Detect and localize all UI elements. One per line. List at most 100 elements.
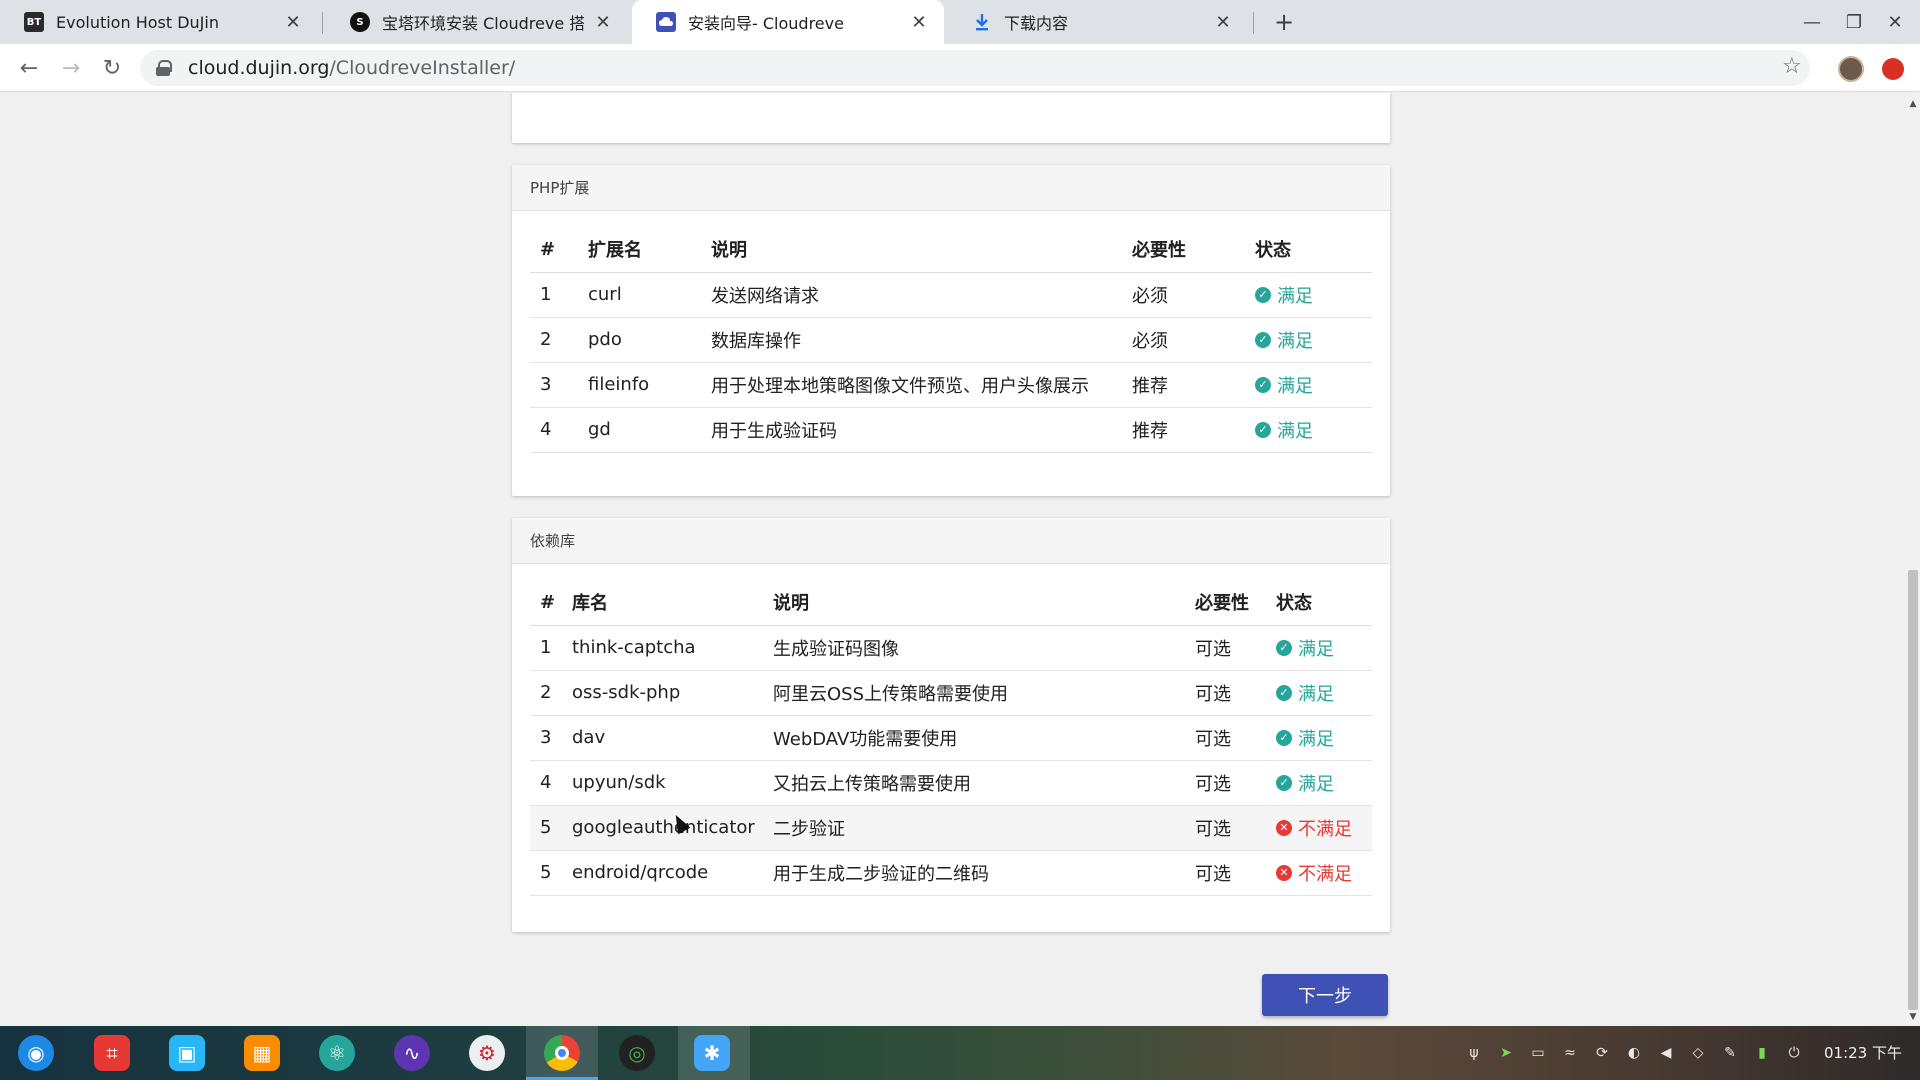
table-row: 5 endroid/qrcode 用于生成二步验证的二维码 可选 ✕ 不满足 xyxy=(530,850,1372,896)
store-icon[interactable]: ▣ xyxy=(169,1035,205,1071)
check-circle-icon: ✓ xyxy=(1255,376,1271,393)
clock[interactable]: 01:23 下午 xyxy=(1824,1042,1902,1063)
close-tab-icon[interactable]: ✕ xyxy=(908,11,930,33)
power-icon[interactable]: ⏻ xyxy=(1784,1043,1804,1063)
volume-icon[interactable]: ◀ xyxy=(1656,1043,1676,1063)
wifi-icon[interactable]: ◇ xyxy=(1688,1043,1708,1063)
launcher-icon[interactable]: ◉ xyxy=(18,1035,54,1071)
row-description: 发送网络请求 xyxy=(701,272,1122,318)
bluetooth-icon[interactable]: ≈ xyxy=(1560,1043,1580,1063)
sync-icon[interactable]: ⟳ xyxy=(1592,1043,1612,1063)
status-unsatisfied: ✕ 不满足 xyxy=(1276,860,1352,886)
restore-button[interactable]: ❐ xyxy=(1839,8,1869,36)
row-number: 5 xyxy=(530,805,562,851)
column-header: 必要性 xyxy=(1122,227,1245,273)
settings-icon[interactable]: ⚙ xyxy=(469,1035,505,1071)
column-header: 库名 xyxy=(562,580,763,626)
next-step-button[interactable]: 下一步 xyxy=(1262,974,1388,1016)
video-icon[interactable]: ▭ xyxy=(1528,1043,1548,1063)
status-label: 满足 xyxy=(1298,638,1334,660)
row-description: 二步验证 xyxy=(763,805,1185,851)
row-number: 4 xyxy=(530,407,578,453)
check-circle-icon: ✓ xyxy=(1276,684,1292,701)
row-description: 用于生成验证码 xyxy=(701,407,1122,453)
chrome-icon[interactable] xyxy=(544,1035,580,1071)
check-circle-icon: ✓ xyxy=(1276,729,1292,746)
status-label: 满足 xyxy=(1298,773,1334,795)
usb-icon[interactable]: ψ xyxy=(1464,1043,1484,1063)
row-necessity: 可选 xyxy=(1185,670,1266,716)
status-satisfied: ✓ 满足 xyxy=(1255,417,1313,443)
archive-icon[interactable]: ▦ xyxy=(244,1035,280,1071)
reload-button[interactable]: ↻ xyxy=(97,54,127,82)
pen-icon[interactable]: ✎ xyxy=(1720,1043,1740,1063)
status-label: 满足 xyxy=(1277,420,1313,442)
card-header: PHP扩展 xyxy=(512,165,1390,211)
row-necessity: 推荐 xyxy=(1122,362,1245,408)
row-name: fileinfo xyxy=(578,362,701,408)
address-bar[interactable]: cloud.dujin.org/CloudreveInstaller/ xyxy=(140,50,1810,86)
back-button[interactable]: ← xyxy=(14,54,44,82)
row-description: 生成验证码图像 xyxy=(763,625,1185,671)
status-label: 满足 xyxy=(1277,285,1313,307)
forward-button[interactable]: → xyxy=(56,54,86,82)
new-tab-button[interactable]: + xyxy=(1270,8,1298,36)
check-circle-icon: ✓ xyxy=(1276,639,1292,656)
tab-divider xyxy=(1253,12,1254,34)
x-circle-icon: ✕ xyxy=(1276,864,1292,881)
row-necessity: 必须 xyxy=(1122,317,1245,363)
row-description: 又拍云上传策略需要使用 xyxy=(763,760,1185,806)
row-status: ✓ 满足 xyxy=(1266,625,1372,671)
bt-favicon-icon: BT xyxy=(24,12,44,32)
close-tab-icon[interactable]: ✕ xyxy=(592,11,614,33)
status-satisfied: ✓ 满足 xyxy=(1276,770,1334,796)
status-label: 满足 xyxy=(1277,330,1313,352)
row-number: 5 xyxy=(530,850,562,896)
check-circle-icon: ✓ xyxy=(1255,286,1271,303)
tab-baota-install[interactable]: S 宝塔环境安装 Cloudreve 搭建私有 ✕ xyxy=(326,0,628,44)
tab-title: Evolution Host DuJin xyxy=(56,12,219,32)
status-unsatisfied: ✕ 不满足 xyxy=(1276,815,1352,841)
camera-icon[interactable]: ◎ xyxy=(619,1035,655,1071)
scroll-up-arrow-icon[interactable]: ▲ xyxy=(1906,97,1920,111)
row-necessity: 可选 xyxy=(1185,760,1266,806)
table-row: 2 pdo 数据库操作 必须 ✓ 满足 xyxy=(530,317,1372,363)
column-header: # xyxy=(530,580,562,626)
extension-icon[interactable] xyxy=(1882,58,1904,80)
star-app-icon[interactable]: ✱ xyxy=(694,1035,730,1071)
row-description: 阿里云OSS上传策略需要使用 xyxy=(763,670,1185,716)
scrollbar-thumb[interactable] xyxy=(1908,570,1918,1010)
row-description: 数据库操作 xyxy=(701,317,1122,363)
window-close-button[interactable]: ✕ xyxy=(1880,8,1910,36)
close-tab-icon[interactable]: ✕ xyxy=(282,11,304,33)
battery-icon[interactable]: ▮ xyxy=(1752,1043,1772,1063)
chrome-tray-icon[interactable]: ◐ xyxy=(1624,1043,1644,1063)
column-header: 说明 xyxy=(763,580,1185,626)
row-description: WebDAV功能需要使用 xyxy=(763,715,1185,761)
tab-title: 下载内容 xyxy=(1004,14,1069,33)
row-status: ✓ 满足 xyxy=(1245,272,1372,318)
url-path: /CloudreveInstaller/ xyxy=(329,57,516,79)
tab-downloads[interactable]: 下载内容 ✕ xyxy=(948,0,1248,44)
row-description: 用于生成二步验证的二维码 xyxy=(763,850,1185,896)
close-tab-icon[interactable]: ✕ xyxy=(1212,11,1234,33)
status-satisfied: ✓ 满足 xyxy=(1255,372,1313,398)
row-number: 3 xyxy=(530,362,578,408)
url-host: cloud.dujin.org xyxy=(188,57,330,79)
screenshot-icon[interactable]: ⌗ xyxy=(94,1035,130,1071)
previous-section-card xyxy=(512,93,1390,143)
minimize-button[interactable]: — xyxy=(1797,8,1827,36)
monitor-icon[interactable]: ∿ xyxy=(394,1035,430,1071)
lock-icon xyxy=(156,60,172,76)
bookmark-star-icon[interactable]: ☆ xyxy=(1782,54,1802,79)
tab-cloudreve-installer[interactable]: 安装向导- Cloudreve ✕ xyxy=(632,0,944,44)
row-status: ✓ 满足 xyxy=(1266,715,1372,761)
tab-evolution-host[interactable]: BT Evolution Host DuJin ✕ xyxy=(0,0,318,44)
column-header: 必要性 xyxy=(1185,580,1266,626)
profile-avatar[interactable] xyxy=(1838,56,1864,82)
row-number: 2 xyxy=(530,317,578,363)
check-circle-icon: ✓ xyxy=(1255,331,1271,348)
atom-icon[interactable]: ⚛ xyxy=(319,1035,355,1071)
scroll-down-arrow-icon[interactable]: ▼ xyxy=(1906,1010,1920,1024)
send-icon[interactable]: ➤ xyxy=(1496,1043,1516,1063)
